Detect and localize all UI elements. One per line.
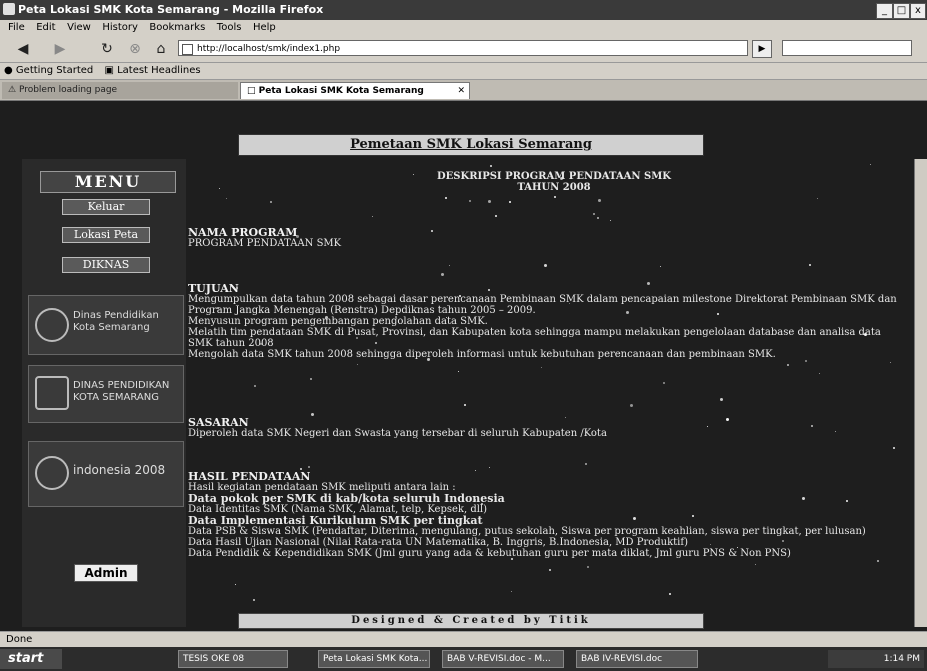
page-content: Pemetaan SMK Lokasi Semarang MENU Keluar… [0, 101, 927, 631]
hasil-item: Data PSB & Siswa SMK (Pendaftar, Diterim… [188, 526, 866, 537]
minimize-button[interactable]: _ [876, 3, 893, 19]
menu-tools[interactable]: Tools [217, 20, 242, 36]
description-panel: DESKRIPSI PROGRAM PENDATAAN SMK TAHUN 20… [186, 159, 908, 627]
hasil-title: HASIL PENDATAAN [188, 470, 311, 483]
shield-icon [35, 376, 69, 410]
taskbar: start TESIS OKE 08 Peta Lokasi SMK Kota.… [0, 647, 927, 671]
menu-history[interactable]: History [102, 20, 138, 36]
url-field[interactable]: http://localhost/smk/index1.php [178, 40, 748, 56]
description-year: TAHUN 2008 [517, 182, 591, 193]
page-icon: □ [247, 86, 259, 96]
page-banner: Pemetaan SMK Lokasi Semarang [238, 134, 704, 156]
tab-close-icon[interactable]: ✕ [457, 83, 465, 100]
taskbar-item[interactable]: BAB IV-REVISI.doc [576, 650, 698, 668]
maximize-button[interactable]: □ [893, 3, 910, 19]
hasil-item: Data pokok per SMK di kab/kota seluruh I… [188, 492, 505, 505]
search-input[interactable] [782, 40, 912, 56]
warning-icon: ⚠ [8, 85, 19, 95]
bookmark-latest-headlines[interactable]: Latest Headlines [117, 65, 201, 76]
emblem-icon [35, 308, 69, 342]
system-clock: 1:14 PM [828, 650, 924, 668]
logo-text: indonesia 2008 [73, 463, 166, 477]
forward-icon[interactable]: ▶ [50, 40, 70, 58]
rss-icon: ▣ [104, 65, 114, 76]
page-icon [182, 44, 193, 55]
reload-icon[interactable]: ↻ [96, 40, 118, 58]
taskbar-item[interactable]: Peta Lokasi SMK Kota... [318, 650, 430, 668]
swirl-icon [35, 456, 69, 490]
nama-program-text: PROGRAM PENDATAAN SMK [188, 238, 342, 249]
window-titlebar: Peta Lokasi SMK Kota Semarang - Mozilla … [0, 0, 927, 20]
indonesia-2008-logo[interactable]: indonesia 2008 [28, 441, 184, 507]
sasaran-title: SASARAN [188, 416, 249, 429]
hasil-item: Data Implementasi Kurikulum SMK per ting… [188, 514, 483, 527]
menu-view[interactable]: View [67, 20, 91, 36]
tab-label: Problem loading page [18, 85, 118, 95]
back-icon[interactable]: ◀ [12, 40, 34, 58]
start-button[interactable]: start [0, 649, 62, 669]
tab-label: Peta Lokasi SMK Kota Semarang [258, 86, 424, 96]
stop-icon[interactable]: ⊗ [124, 40, 146, 58]
menubar: File Edit View History Bookmarks Tools H… [0, 20, 927, 36]
home-icon[interactable]: ⌂ [150, 40, 172, 58]
menu-file[interactable]: File [8, 20, 25, 36]
tab-bar: ⚠ Problem loading page □ Peta Lokasi SMK… [0, 80, 927, 101]
taskbar-item[interactable]: TESIS OKE 08 [178, 650, 288, 668]
hasil-item: Data Hasil Ujian Nasional (Nilai Rata-ra… [188, 537, 688, 548]
status-bar: Done [0, 631, 927, 648]
menu-help[interactable]: Help [253, 20, 276, 36]
navigation-toolbar: ◀ ▶ ↻ ⊗ ⌂ http://localhost/smk/index1.ph… [0, 36, 927, 63]
firefox-icon [3, 3, 15, 15]
taskbar-item[interactable]: BAB V-REVISI.doc - M... [442, 650, 564, 668]
tujuan-item: Menyusun program pengembangan pengolahan… [188, 316, 488, 327]
page-footer: Designed & Created by Titik [238, 613, 704, 629]
semarang-logo[interactable]: DINAS PENDIDIKAN KOTA SEMARANG [28, 365, 184, 423]
tujuan-item: Mengumpulkan data tahun 2008 sebagai das… [188, 294, 897, 316]
menu-edit[interactable]: Edit [36, 20, 55, 36]
menu-lokasi-peta-button[interactable]: Lokasi Peta [62, 227, 150, 243]
bookmark-getting-started[interactable]: Getting Started [16, 65, 93, 76]
vertical-scrollbar[interactable] [914, 159, 927, 627]
tujuan-item: Melatih tim pendataan SMK di Pusat, Prov… [188, 327, 881, 349]
tujuan-item: Mengolah data SMK tahun 2008 sehingga di… [188, 349, 776, 360]
menu-keluar-button[interactable]: Keluar [62, 199, 150, 215]
close-button[interactable]: x [910, 3, 926, 19]
url-text: http://localhost/smk/index1.php [197, 44, 341, 54]
description-heading: DESKRIPSI PROGRAM PENDATAAN SMK [437, 171, 671, 182]
window-title: Peta Lokasi SMK Kota Semarang - Mozilla … [18, 3, 324, 16]
go-button[interactable]: ▶ [752, 40, 772, 58]
tab-problem-loading[interactable]: ⚠ Problem loading page [2, 82, 238, 99]
admin-button[interactable]: Admin [74, 564, 138, 582]
logo-text: DINAS PENDIDIKAN KOTA SEMARANG [73, 380, 170, 403]
dinas-pendidikan-logo[interactable]: Dinas Pendidikan Kota Semarang [28, 295, 184, 355]
banner-title: Pemetaan SMK Lokasi Semarang [350, 137, 592, 152]
status-text: Done [6, 634, 33, 645]
menu-heading: MENU [40, 171, 176, 193]
nama-program-title: NAMA PROGRAM [188, 226, 298, 239]
bookmark-icon: ● [4, 65, 13, 76]
logo-text: Dinas Pendidikan Kota Semarang [73, 310, 159, 333]
bookmarks-toolbar: ● Getting Started ▣ Latest Headlines [0, 63, 927, 80]
menu-bookmarks[interactable]: Bookmarks [149, 20, 205, 36]
hasil-item: Data Pendidik & Kependidikan SMK (Jml gu… [188, 548, 791, 559]
tab-peta-lokasi[interactable]: □ Peta Lokasi SMK Kota Semarang ✕ [240, 82, 470, 99]
tujuan-title: TUJUAN [188, 282, 239, 295]
sasaran-text: Diperoleh data SMK Negeri dan Swasta yan… [188, 428, 607, 439]
menu-diknas-button[interactable]: DIKNAS [62, 257, 150, 273]
